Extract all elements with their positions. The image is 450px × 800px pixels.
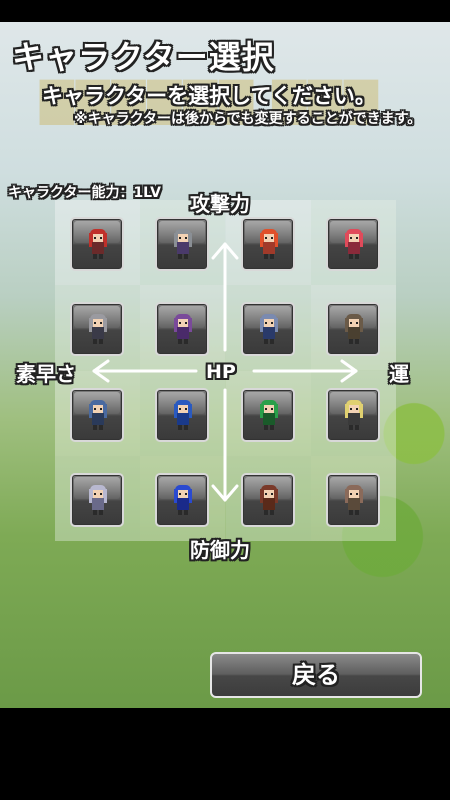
character-1-sprite-icon	[89, 229, 107, 259]
character-16-sprite-icon	[344, 484, 363, 515]
ability-level-label: キャラクター能力：1LV	[8, 185, 162, 201]
character-14-sprite-icon	[174, 484, 193, 515]
character-15-sprite-icon	[259, 484, 278, 515]
character-4-sprite-icon	[344, 229, 363, 259]
character-1-slot[interactable]	[70, 217, 124, 271]
character-13-sprite-icon	[89, 484, 107, 515]
character-7-sprite-icon	[259, 314, 278, 345]
page-title: キャラクター選択	[12, 38, 275, 76]
character-16-slot[interactable]	[325, 472, 380, 527]
character-8-sprite-icon	[344, 314, 363, 345]
character-13-slot[interactable]	[70, 472, 124, 527]
character-7-slot[interactable]	[240, 302, 295, 357]
back-button[interactable]: 戻る	[210, 652, 422, 698]
character-14-slot[interactable]	[155, 472, 210, 527]
character-15-slot[interactable]	[240, 472, 295, 527]
axis-label-speed: 素早さ	[16, 362, 76, 386]
character-9-sprite-icon	[89, 399, 107, 430]
character-11-sprite-icon	[259, 399, 278, 430]
character-4-slot[interactable]	[325, 217, 380, 271]
character-5-slot[interactable]	[70, 302, 124, 357]
character-9-slot[interactable]	[70, 387, 124, 442]
character-6-sprite-icon	[174, 314, 193, 345]
character-11-slot[interactable]	[240, 387, 295, 442]
axis-label-hp: HP	[206, 361, 236, 383]
character-2-sprite-icon	[174, 229, 193, 259]
character-12-sprite-icon	[344, 399, 363, 430]
axis-label-attack: 攻撃力	[190, 192, 250, 216]
character-10-slot[interactable]	[155, 387, 210, 442]
character-3-sprite-icon	[259, 229, 278, 259]
character-10-sprite-icon	[174, 399, 193, 430]
note-text: ※キャラクターは後からでも変更することができます。	[74, 111, 422, 127]
character-5-sprite-icon	[89, 314, 107, 345]
instruction-text: キャラクターを選択してください。	[42, 84, 376, 108]
character-6-slot[interactable]	[155, 302, 210, 357]
game-screen: ▇▇▇▇▇▇ ▇▇▇ キャラクター選択 キャラクターを選択してください。 ※キャ…	[0, 22, 450, 708]
character-3-slot[interactable]	[240, 217, 295, 271]
character-8-slot[interactable]	[325, 302, 380, 357]
character-2-slot[interactable]	[155, 217, 210, 271]
axis-label-luck: 運	[389, 362, 409, 386]
axis-label-defense: 防御力	[190, 538, 250, 562]
character-12-slot[interactable]	[325, 387, 380, 442]
